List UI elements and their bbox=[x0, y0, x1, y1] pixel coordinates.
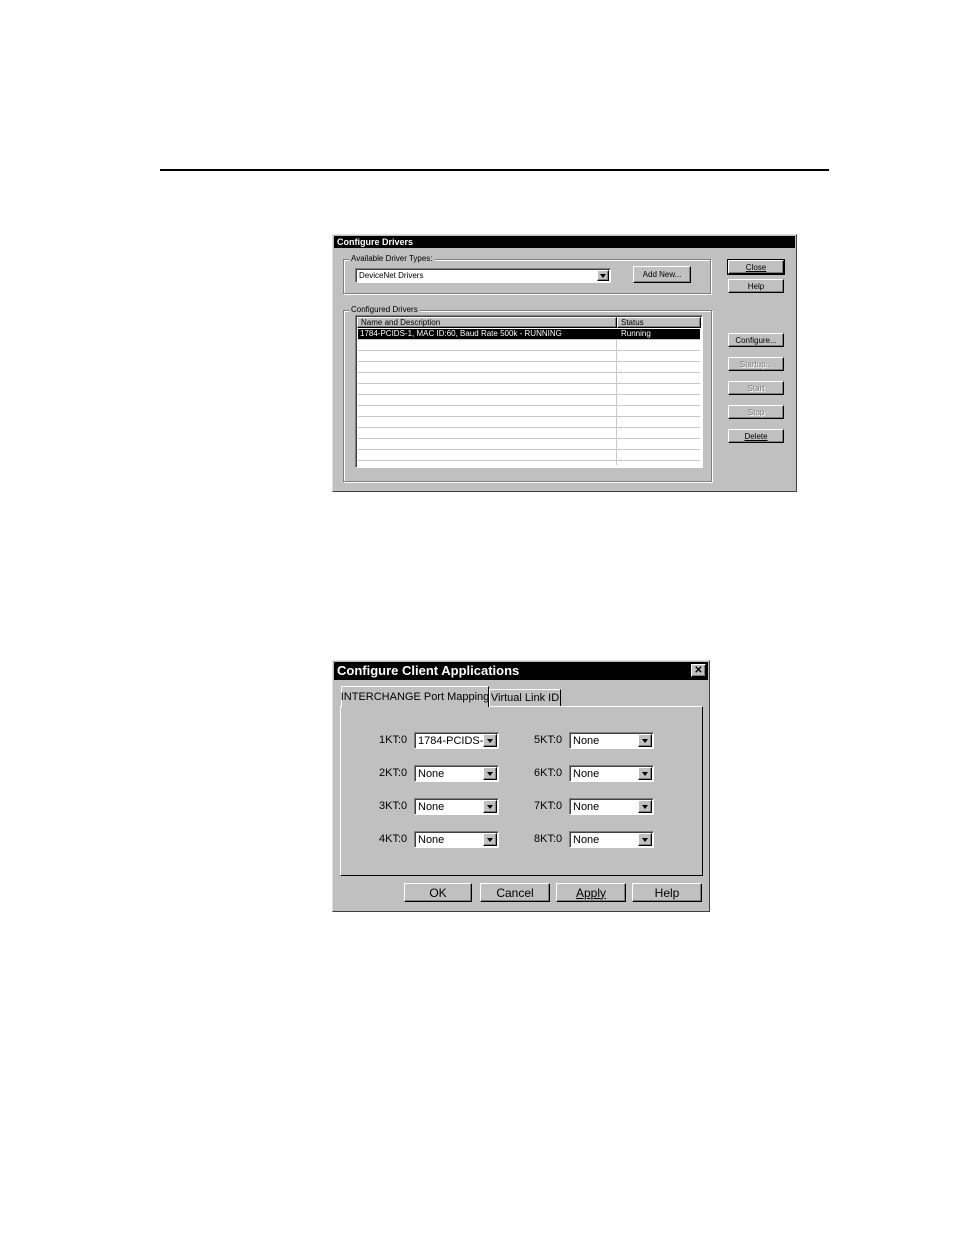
add-new-button[interactable]: Add New... bbox=[633, 266, 691, 283]
cancel-button[interactable]: Cancel bbox=[480, 883, 550, 902]
port-7kt-dropdown[interactable]: None bbox=[569, 798, 654, 815]
chevron-down-icon[interactable] bbox=[638, 734, 652, 747]
column-header-name[interactable]: Name and Description bbox=[357, 317, 617, 328]
table-row-empty bbox=[358, 340, 700, 351]
configure-client-titlebar: Configure Client Applications ✕ bbox=[334, 662, 708, 680]
table-row-empty bbox=[358, 450, 700, 461]
chevron-down-icon[interactable] bbox=[638, 767, 652, 780]
port-4kt-dropdown[interactable]: None bbox=[414, 831, 499, 848]
chevron-down-icon[interactable] bbox=[483, 833, 497, 846]
driver-type-dropdown[interactable]: DeviceNet Drivers bbox=[355, 268, 611, 283]
chevron-down-icon[interactable] bbox=[483, 800, 497, 813]
port-1kt-dropdown[interactable]: 1784-PCIDS-1 bbox=[414, 732, 499, 749]
page-rule bbox=[160, 169, 829, 171]
startup-button[interactable]: Startup... bbox=[728, 357, 784, 371]
help-button[interactable]: Help bbox=[632, 883, 702, 902]
table-row-empty bbox=[358, 373, 700, 384]
port-label-4kt: 4KT:0 bbox=[379, 833, 408, 845]
table-row-empty bbox=[358, 417, 700, 428]
driver-name-cell: 1784-PCIDS-1, MAC ID:60, Baud Rate 500k … bbox=[360, 329, 562, 338]
chevron-down-icon[interactable] bbox=[597, 270, 609, 281]
table-row-empty bbox=[358, 406, 700, 417]
table-row-empty bbox=[358, 384, 700, 395]
port-label-1kt: 1KT:0 bbox=[379, 734, 408, 746]
ok-button[interactable]: OK bbox=[404, 883, 472, 902]
port-label-7kt: 7KT:0 bbox=[534, 800, 563, 812]
table-row-empty bbox=[358, 428, 700, 439]
configure-client-title: Configure Client Applications bbox=[337, 663, 520, 678]
table-row-empty bbox=[358, 362, 700, 373]
port-label-5kt: 5KT:0 bbox=[534, 734, 563, 746]
tab-virtual-link-id[interactable]: Virtual Link ID bbox=[489, 689, 561, 706]
port-2kt-dropdown[interactable]: None bbox=[414, 765, 499, 782]
configure-drivers-title: Configure Drivers bbox=[337, 237, 414, 247]
close-button[interactable]: Close bbox=[727, 259, 785, 275]
port-label-3kt: 3KT:0 bbox=[379, 800, 408, 812]
help-button[interactable]: Help bbox=[728, 279, 784, 293]
port-label-2kt: 2KT:0 bbox=[379, 767, 408, 779]
port-3kt-dropdown[interactable]: None bbox=[414, 798, 499, 815]
column-header-status[interactable]: Status bbox=[617, 317, 701, 328]
driver-status-cell: Running bbox=[621, 329, 651, 338]
chevron-down-icon[interactable] bbox=[638, 800, 652, 813]
table-row-empty bbox=[358, 439, 700, 450]
stop-button[interactable]: Stop bbox=[728, 405, 784, 419]
available-driver-types-label: Available Driver Types: bbox=[349, 254, 435, 263]
table-row-empty bbox=[358, 395, 700, 406]
close-icon[interactable]: ✕ bbox=[691, 664, 706, 677]
configure-button[interactable]: Configure... bbox=[728, 333, 784, 347]
table-row[interactable]: 1784-PCIDS-1, MAC ID:60, Baud Rate 500k … bbox=[358, 329, 700, 340]
chevron-down-icon[interactable] bbox=[483, 734, 497, 747]
available-driver-types-group: Available Driver Types: DeviceNet Driver… bbox=[343, 254, 711, 294]
delete-button[interactable]: Delete bbox=[728, 429, 784, 443]
table-row-empty bbox=[358, 351, 700, 362]
tab-interchange-port-mapping[interactable]: INTERCHANGE Port Mapping bbox=[341, 686, 489, 707]
apply-button[interactable]: Apply bbox=[556, 883, 626, 902]
start-button[interactable]: Start bbox=[728, 381, 784, 395]
configure-drivers-window: Configure Drivers Available Driver Types… bbox=[332, 234, 797, 492]
port-label-8kt: 8KT:0 bbox=[534, 833, 563, 845]
configured-drivers-label: Configured Drivers bbox=[349, 305, 420, 314]
port-5kt-dropdown[interactable]: None bbox=[569, 732, 654, 749]
chevron-down-icon[interactable] bbox=[483, 767, 497, 780]
port-8kt-dropdown[interactable]: None bbox=[569, 831, 654, 848]
port-6kt-dropdown[interactable]: None bbox=[569, 765, 654, 782]
configured-drivers-list[interactable]: Name and Description Status 1784-PCIDS-1… bbox=[355, 315, 703, 468]
port-mapping-panel: 1KT:0 1784-PCIDS-1 2KT:0 None 3KT:0 None… bbox=[340, 706, 703, 876]
configure-client-window: Configure Client Applications ✕ INTERCHA… bbox=[332, 660, 710, 912]
driver-type-selected: DeviceNet Drivers bbox=[359, 271, 424, 280]
port-label-6kt: 6KT:0 bbox=[534, 767, 563, 779]
chevron-down-icon[interactable] bbox=[638, 833, 652, 846]
configure-drivers-titlebar: Configure Drivers bbox=[334, 236, 795, 248]
